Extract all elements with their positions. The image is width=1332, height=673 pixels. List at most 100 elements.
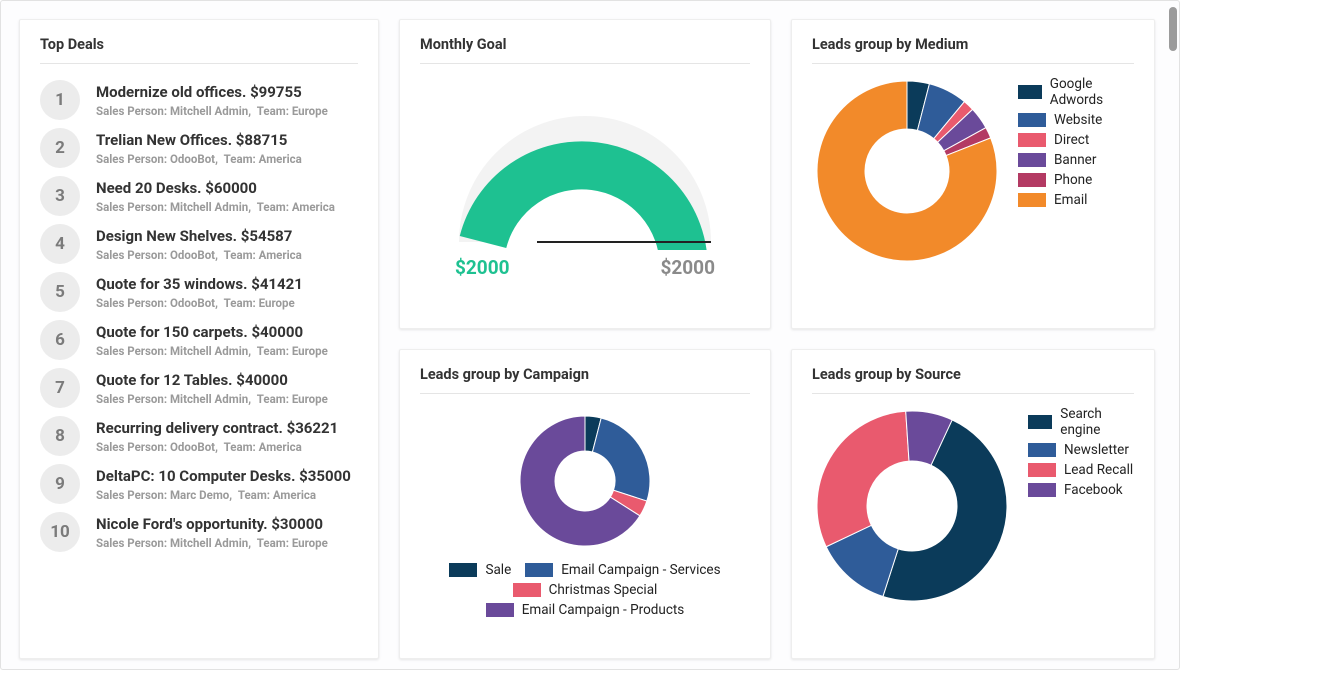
deal-row[interactable]: 9 DeltaPC: 10 Computer Desks. $35000Sales… — [40, 460, 358, 508]
deal-row[interactable]: 5 Quote for 35 windows. $41421 Sales Perso… — [40, 268, 358, 316]
deal-rank-badge: 10 — [40, 512, 80, 552]
legend-item[interactable]: Newsletter — [1028, 442, 1134, 458]
deal-rank-badge: 5 — [40, 272, 80, 312]
chart-stage: Google Adwords Website Direct Banner Phone Em… — [812, 76, 1134, 270]
legend-item[interactable]: Search engine — [1028, 406, 1134, 438]
legend-label: Email — [1054, 192, 1087, 208]
legend-label: Newsletter — [1064, 442, 1129, 458]
deal-body: Nicole Ford's opportunity. $30000Sales P… — [96, 514, 328, 550]
legend-swatch — [525, 563, 553, 577]
deal-title: DeltaPC: 10 Computer Desks. $35000 — [96, 466, 351, 486]
deal-body: DeltaPC: 10 Computer Desks. $35000Sales … — [96, 466, 351, 502]
legend-label: Sale — [485, 562, 511, 578]
legend-swatch — [1018, 133, 1046, 147]
deal-row[interactable]: 2Trelian New Offices. $88715Sales Person… — [40, 124, 358, 172]
legend-swatch — [1028, 483, 1056, 497]
legend-label: Email Campaign - Products — [522, 602, 685, 618]
gauge-wrap: $2000 $2000 — [420, 76, 750, 279]
deal-body: Trelian New Offices. $88715Sales Person:… — [96, 130, 302, 166]
deal-title: Trelian New Offices. $88715 — [96, 130, 302, 150]
legend-label: Banner — [1054, 152, 1096, 168]
deal-body: Modernize old offices. $99755Sales Perso… — [96, 82, 328, 118]
deal-title: Nicole Ford's opportunity. $30000 — [96, 514, 328, 534]
scrollbar-thumb[interactable] — [1169, 7, 1177, 51]
card-title: Monthly Goal — [420, 36, 750, 64]
deal-row[interactable]: 6Quote for 150 carpets. $40000Sales Pers… — [40, 316, 358, 364]
legend-label: Facebook — [1064, 482, 1123, 498]
donut-chart — [812, 76, 1002, 270]
legend-item[interactable]: Sale — [449, 562, 511, 578]
deal-row[interactable]: 8 Recurring delivery contract. $36221 Sale… — [40, 412, 358, 460]
legend-swatch — [449, 563, 477, 577]
donut-slice[interactable] — [817, 411, 909, 547]
donut-slice[interactable] — [592, 418, 650, 501]
deal-row[interactable]: 7Quote for 12 Tables. $40000Sales Person… — [40, 364, 358, 412]
dashboard-frame: Top Deals 1Modernize old offices. $99755… — [0, 0, 1180, 670]
legend-label: Website — [1054, 112, 1102, 128]
deal-row[interactable]: 1Modernize old offices. $99755Sales Pers… — [40, 76, 358, 124]
deal-title: Quote for 35 windows. $41421 — [96, 274, 303, 294]
gauge-labels: $2000 $2000 — [453, 256, 717, 279]
legend-item[interactable]: Email Campaign - Products — [486, 602, 685, 618]
deal-body: Quote for 35 windows. $41421 Sales Person… — [96, 274, 303, 310]
dashboard-grid: Top Deals 1Modernize old offices. $99755… — [1, 1, 1179, 670]
deal-body: Recurring delivery contract. $36221 Sales… — [96, 418, 338, 454]
legend-label: Direct — [1054, 132, 1089, 148]
deal-meta: Sales Person: Mitchell Admin, Team: Amer… — [96, 200, 335, 214]
donut-chart — [505, 406, 665, 556]
legend-item[interactable]: Email Campaign - Services — [525, 562, 720, 578]
deal-meta: Sales Person: Mitchell Admin, Team: Euro… — [96, 392, 328, 406]
card-leads-source: Leads group by Source Search engine Newsl… — [791, 349, 1155, 659]
card-title: Leads group by Campaign — [420, 366, 750, 394]
gauge-chart — [453, 110, 717, 250]
legend-item[interactable]: Website — [1018, 112, 1134, 128]
legend-label: Lead Recall — [1064, 462, 1133, 478]
legend-item[interactable]: Phone — [1018, 172, 1134, 188]
legend-label: Email Campaign - Services — [561, 562, 720, 578]
legend-swatch — [1018, 85, 1042, 99]
legend-label: Christmas Special — [549, 582, 658, 598]
card-title: Leads group by Medium — [812, 36, 1134, 64]
legend-item[interactable]: Banner — [1018, 152, 1134, 168]
deal-title: Need 20 Desks. $60000 — [96, 178, 335, 198]
deal-title: Design New Shelves. $54587 — [96, 226, 302, 246]
deal-row[interactable]: 3 Need 20 Desks. $60000 Sales Person: Mitc… — [40, 172, 358, 220]
legend-swatch — [1018, 113, 1046, 127]
legend-swatch — [1028, 415, 1052, 429]
card-title: Leads group by Source — [812, 366, 1134, 394]
legend-swatch — [513, 583, 541, 597]
legend-swatch — [1028, 463, 1056, 477]
legend: Google Adwords Website Direct Banner Phone Em… — [1018, 76, 1134, 212]
gauge-target-label: $2000 — [660, 256, 715, 279]
deals-list: 1Modernize old offices. $99755Sales Pers… — [40, 76, 358, 556]
legend-item[interactable]: Facebook — [1028, 482, 1134, 498]
legend-item[interactable]: Christmas Special — [513, 582, 658, 598]
deal-rank-badge: 9 — [40, 464, 80, 504]
legend-item[interactable]: Lead Recall — [1028, 462, 1134, 478]
legend-item[interactable]: Direct — [1018, 132, 1134, 148]
deal-meta: Sales Person: OdooBot, Team: Europe — [96, 296, 303, 310]
deal-body: Design New Shelves. $54587 Sales Person: … — [96, 226, 302, 262]
deal-title: Recurring delivery contract. $36221 — [96, 418, 338, 438]
chart-stage: Sale Email Campaign - Services Christmas S… — [420, 406, 750, 618]
legend-item[interactable]: Email — [1018, 192, 1134, 208]
legend-swatch — [1018, 193, 1046, 207]
deal-row[interactable]: 10 Nicole Ford's opportunity. $30000Sales… — [40, 508, 358, 556]
deal-body: Need 20 Desks. $60000 Sales Person: Mitch… — [96, 178, 335, 214]
deal-rank-badge: 4 — [40, 224, 80, 264]
legend-label: Phone — [1054, 172, 1092, 188]
deal-meta: Sales Person: OdooBot, Team: America — [96, 248, 302, 262]
deal-row[interactable]: 4 Design New Shelves. $54587 Sales Person:… — [40, 220, 358, 268]
legend: Sale Email Campaign - Services Christmas S… — [420, 562, 750, 618]
deal-rank-badge: 3 — [40, 176, 80, 216]
deal-rank-badge: 8 — [40, 416, 80, 456]
legend-swatch — [1018, 153, 1046, 167]
deal-title: Quote for 150 carpets. $40000 — [96, 322, 328, 342]
card-leads-medium: Leads group by Medium Google Adwords Webs… — [791, 19, 1155, 329]
deal-meta: Sales Person: OdooBot, Team: America — [96, 440, 338, 454]
card-title: Top Deals — [40, 36, 358, 64]
legend-swatch — [486, 603, 514, 617]
chart-stage: Search engine Newsletter Lead Recall Facebo… — [812, 406, 1134, 610]
legend-item[interactable]: Google Adwords — [1018, 76, 1134, 108]
deal-title: Quote for 12 Tables. $40000 — [96, 370, 328, 390]
